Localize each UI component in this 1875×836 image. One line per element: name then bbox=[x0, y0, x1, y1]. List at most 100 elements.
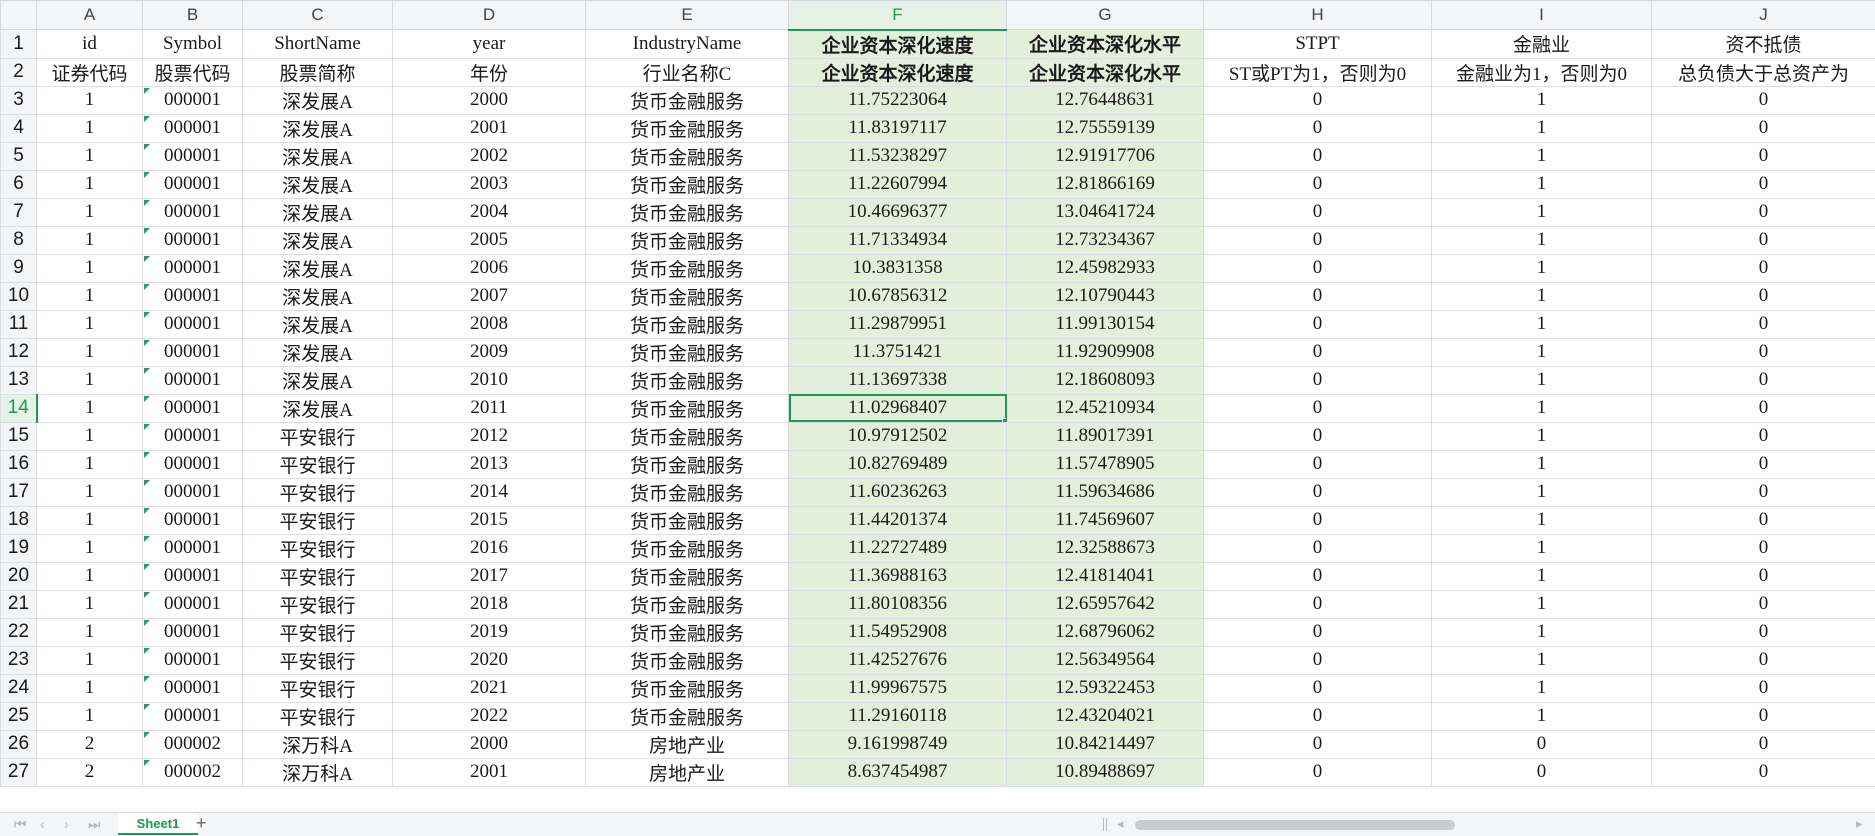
cell[interactable]: 1 bbox=[36, 589, 143, 619]
cell[interactable]: 2021 bbox=[392, 673, 586, 703]
cell[interactable]: 货币金融服务 bbox=[585, 589, 789, 619]
column-header-c[interactable]: C bbox=[242, 0, 393, 30]
cell[interactable]: 深发展A bbox=[242, 225, 393, 255]
cell[interactable]: 货币金融服务 bbox=[585, 365, 789, 395]
cell[interactable]: 10.89488697 bbox=[1006, 757, 1204, 787]
cell[interactable]: 平安银行 bbox=[242, 673, 393, 703]
row-header[interactable]: 2 bbox=[0, 57, 37, 87]
cell[interactable]: 1 bbox=[36, 561, 143, 591]
cell[interactable]: 0 bbox=[1651, 421, 1875, 451]
scroll-splitter[interactable] bbox=[1103, 818, 1107, 831]
cell[interactable]: ShortName bbox=[242, 29, 393, 59]
cell[interactable]: 1 bbox=[1431, 673, 1652, 703]
cell[interactable]: 0 bbox=[1651, 617, 1875, 647]
cell[interactable]: 0 bbox=[1651, 645, 1875, 675]
cell[interactable]: 000001 bbox=[142, 85, 243, 115]
cell[interactable]: 0 bbox=[1203, 701, 1432, 731]
cell[interactable]: 1 bbox=[36, 617, 143, 647]
cell[interactable]: 0 bbox=[1651, 589, 1875, 619]
column-header-g[interactable]: G bbox=[1006, 0, 1204, 30]
cell[interactable]: 1 bbox=[36, 701, 143, 731]
cell[interactable]: 0 bbox=[1203, 673, 1432, 703]
cell[interactable]: 0 bbox=[1203, 365, 1432, 395]
cell[interactable]: 0 bbox=[1203, 477, 1432, 507]
cell[interactable]: 0 bbox=[1203, 113, 1432, 143]
cell[interactable]: 000001 bbox=[142, 169, 243, 199]
cell[interactable]: 0 bbox=[1651, 225, 1875, 255]
cell[interactable]: 2022 bbox=[392, 701, 586, 731]
cell[interactable]: 0 bbox=[1651, 701, 1875, 731]
cell[interactable]: 11.57478905 bbox=[1006, 449, 1204, 479]
cell[interactable]: 12.91917706 bbox=[1006, 141, 1204, 171]
cell[interactable]: 10.82769489 bbox=[788, 449, 1007, 479]
column-header-b[interactable]: B bbox=[142, 0, 243, 30]
cell[interactable]: 11.44201374 bbox=[788, 505, 1007, 535]
cell[interactable]: 平安银行 bbox=[242, 561, 393, 591]
cell[interactable]: 11.89017391 bbox=[1006, 421, 1204, 451]
cell[interactable]: STPT bbox=[1203, 29, 1432, 59]
cell[interactable]: 000001 bbox=[142, 449, 243, 479]
last-sheet-icon[interactable]: ⏭ bbox=[88, 816, 101, 833]
cell[interactable]: 0 bbox=[1203, 309, 1432, 339]
cell[interactable]: 12.68796062 bbox=[1006, 617, 1204, 647]
cell[interactable]: 0 bbox=[1203, 197, 1432, 227]
column-header-h[interactable]: H bbox=[1203, 0, 1432, 30]
row-header[interactable]: 1 bbox=[0, 29, 37, 59]
cell[interactable]: 深发展A bbox=[242, 337, 393, 367]
cell[interactable]: 1 bbox=[36, 645, 143, 675]
cell[interactable]: 000001 bbox=[142, 337, 243, 367]
cell[interactable]: 0 bbox=[1651, 309, 1875, 339]
cell[interactable]: 深发展A bbox=[242, 365, 393, 395]
cell[interactable]: 0 bbox=[1203, 421, 1432, 451]
cell[interactable]: 深发展A bbox=[242, 141, 393, 171]
row-header[interactable]: 22 bbox=[0, 617, 37, 647]
cell[interactable]: 0 bbox=[1651, 253, 1875, 283]
cell[interactable]: Symbol bbox=[142, 29, 243, 59]
cell[interactable]: 1 bbox=[36, 281, 143, 311]
cell[interactable]: 深发展A bbox=[242, 281, 393, 311]
row-header[interactable]: 15 bbox=[0, 421, 37, 451]
row-header[interactable]: 3 bbox=[0, 85, 37, 115]
cell[interactable]: 2001 bbox=[392, 757, 586, 787]
row-header[interactable]: 20 bbox=[0, 561, 37, 591]
cell[interactable]: 货币金融服务 bbox=[585, 449, 789, 479]
column-header-j[interactable]: J bbox=[1651, 0, 1875, 30]
cell[interactable]: 12.10790443 bbox=[1006, 281, 1204, 311]
cell[interactable]: 11.22607994 bbox=[788, 169, 1007, 199]
cell[interactable]: 000001 bbox=[142, 617, 243, 647]
cell[interactable]: 000001 bbox=[142, 225, 243, 255]
cell[interactable]: 11.59634686 bbox=[1006, 477, 1204, 507]
cell[interactable]: 货币金融服务 bbox=[585, 281, 789, 311]
row-header[interactable]: 17 bbox=[0, 477, 37, 507]
cell[interactable]: 货币金融服务 bbox=[585, 85, 789, 115]
cell[interactable]: 2001 bbox=[392, 113, 586, 143]
row-header[interactable]: 6 bbox=[0, 169, 37, 199]
cell[interactable]: 11.80108356 bbox=[788, 589, 1007, 619]
cell[interactable]: 金融业 bbox=[1431, 29, 1652, 59]
cell[interactable]: 0 bbox=[1203, 505, 1432, 535]
cell[interactable]: 年份 bbox=[392, 57, 586, 87]
cell[interactable]: 2005 bbox=[392, 225, 586, 255]
cell[interactable]: 股票简称 bbox=[242, 57, 393, 87]
cell[interactable]: 1 bbox=[36, 225, 143, 255]
cell[interactable]: 2006 bbox=[392, 253, 586, 283]
cell[interactable]: 总负债大于总资产为 bbox=[1651, 57, 1875, 87]
cell[interactable]: 1 bbox=[1431, 701, 1652, 731]
cell[interactable]: 货币金融服务 bbox=[585, 505, 789, 535]
row-header[interactable]: 12 bbox=[0, 337, 37, 367]
cell[interactable]: 0 bbox=[1651, 757, 1875, 787]
cell[interactable]: 0 bbox=[1651, 85, 1875, 115]
cell[interactable]: 2013 bbox=[392, 449, 586, 479]
sheet-tab-sheet1[interactable]: Sheet1 bbox=[118, 813, 198, 835]
row-header[interactable]: 5 bbox=[0, 141, 37, 171]
cell[interactable]: 0 bbox=[1203, 617, 1432, 647]
cell[interactable]: 货币金融服务 bbox=[585, 645, 789, 675]
cell[interactable]: 1 bbox=[1431, 169, 1652, 199]
cell[interactable]: 11.83197117 bbox=[788, 113, 1007, 143]
cell[interactable]: 深发展A bbox=[242, 393, 393, 423]
cell[interactable]: 平安银行 bbox=[242, 477, 393, 507]
cell[interactable]: 10.3831358 bbox=[788, 253, 1007, 283]
cell[interactable]: 企业资本深化水平 bbox=[1006, 57, 1204, 87]
cell[interactable]: 0 bbox=[1651, 393, 1875, 423]
cell[interactable]: 2 bbox=[36, 757, 143, 787]
